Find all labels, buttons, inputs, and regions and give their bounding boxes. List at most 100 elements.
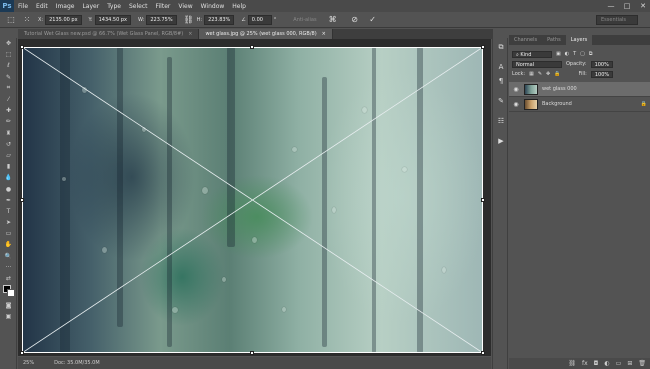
clone-stamp-tool-icon[interactable]: ♜ [0,128,17,139]
marquee-tool-icon[interactable]: ⬚ [0,49,17,60]
menu-type[interactable]: Type [103,3,125,10]
link-layers-icon[interactable]: ⛓ [568,360,576,367]
menu-help[interactable]: Help [228,3,250,10]
filter-smart-object-icon[interactable]: ⧉ [589,51,593,57]
delete-layer-icon[interactable]: 🗑 [638,360,646,367]
transform-handle-middle-right[interactable] [481,198,485,202]
filter-type-icon[interactable]: T [573,51,576,57]
gradient-tool-icon[interactable]: ▮ [0,161,17,172]
menu-file[interactable]: File [14,3,32,10]
close-button[interactable]: ✕ [638,1,648,11]
pen-tool-icon[interactable]: ✒ [0,195,17,206]
paragraph-panel-icon[interactable]: ¶ [493,74,509,88]
actions-panel-icon[interactable]: ▶ [493,134,509,148]
layer-style-icon[interactable]: fx [582,360,588,367]
add-mask-icon[interactable]: ◘ [594,360,599,367]
transform-handle-bottom-left[interactable] [20,351,24,355]
angle-input[interactable]: 0.00 [247,14,272,25]
fill-input[interactable]: 100% [590,70,614,78]
healing-brush-tool-icon[interactable]: ✚ [0,105,17,116]
menu-select[interactable]: Select [125,3,152,10]
history-panel-icon[interactable]: ⧉ [493,40,509,54]
swap-colors-icon[interactable]: ⇄ [0,273,17,284]
transform-handle-top-left[interactable] [20,45,24,49]
tab-layers[interactable]: Layers [565,35,593,45]
lock-all-icon[interactable]: 🔒 [554,71,560,77]
workspace-switcher[interactable]: Essentials [596,15,638,25]
y-input[interactable]: 1434.50 px [94,14,132,25]
quick-select-tool-icon[interactable]: ✎ [0,72,17,83]
transform-handle-middle-left[interactable] [20,198,24,202]
brush-panel-icon[interactable]: ✎ [493,94,509,108]
visibility-eye-icon[interactable]: ◉ [512,101,520,108]
tab-tutorial-psd[interactable]: Tutorial Wet Glass new.psd @ 66.7% (Wet … [18,29,200,39]
h-input[interactable]: 223.83% [204,14,235,25]
transform-handle-bottom-right[interactable] [481,351,485,355]
menu-window[interactable]: Window [197,3,229,10]
lock-position-icon[interactable]: ✥ [546,71,550,77]
screen-mode-icon[interactable]: ▣ [0,311,17,322]
filter-adjustment-icon[interactable]: ◐ [565,51,569,57]
properties-panel-icon[interactable]: ☷ [493,114,509,128]
new-group-icon[interactable]: ▭ [616,360,622,367]
layer-name[interactable]: Background [542,101,572,107]
transform-handle-bottom-center[interactable] [250,351,254,355]
close-icon[interactable]: × [322,29,326,39]
visibility-eye-icon[interactable]: ◉ [512,86,520,93]
filter-pixel-icon[interactable]: ▣ [556,51,561,57]
menu-layer[interactable]: Layer [78,3,103,10]
color-swatches[interactable] [0,284,17,300]
lasso-tool-icon[interactable]: ℓ [0,60,17,71]
type-tool-icon[interactable]: T [0,206,17,217]
lock-transparent-icon[interactable]: ▦ [529,71,534,77]
eraser-tool-icon[interactable]: ▱ [0,150,17,161]
blur-tool-icon[interactable]: 💧 [0,172,17,183]
x-input[interactable]: 2135.00 px [45,14,82,25]
warp-icon[interactable]: ⌘ [328,15,338,25]
rectangle-tool-icon[interactable]: ▭ [0,228,17,239]
cancel-transform-icon[interactable]: ⊘ [350,15,360,25]
filter-shape-icon[interactable]: ▢ [580,51,585,57]
hand-tool-icon[interactable]: ✋ [0,239,17,250]
w-input[interactable]: 223.75% [146,14,177,25]
minimize-button[interactable]: — [606,1,616,11]
transform-handle-top-right[interactable] [481,45,485,49]
crop-tool-icon[interactable]: ⌗ [0,83,17,94]
move-tool-icon[interactable]: ✥ [0,38,17,49]
transform-bounding-box[interactable] [22,47,483,353]
character-panel-icon[interactable]: A [493,60,509,74]
transform-handle-top-center[interactable] [250,45,254,49]
adjustment-layer-icon[interactable]: ◐ [604,360,609,367]
link-icon[interactable]: ⛓ [184,15,194,25]
tab-paths[interactable]: Paths [542,35,566,45]
quick-mask-icon[interactable]: ◙ [0,300,17,311]
blend-mode-select[interactable]: Normal [512,60,562,68]
interpolation-label[interactable]: Anti-alias [293,17,316,23]
layer-row-wet-glass[interactable]: ◉ wet glass 000 [509,82,650,97]
menu-edit[interactable]: Edit [32,3,52,10]
path-selection-tool-icon[interactable]: ➤ [0,217,17,228]
close-icon[interactable]: × [188,29,192,39]
new-layer-icon[interactable]: ⊞ [627,360,632,367]
opacity-input[interactable]: 100% [590,60,613,68]
more-tools-icon[interactable]: ··· [0,262,17,273]
canvas-area[interactable] [18,39,491,356]
eyedropper-tool-icon[interactable]: ⁄ [0,94,17,105]
zoom-level[interactable]: 25% [23,360,34,366]
transform-tool-icon[interactable]: ⬚ [6,15,16,25]
zoom-tool-icon[interactable]: 🔍 [0,251,17,262]
layer-filter-kind[interactable]: ⌕ Kind [512,50,552,58]
reference-point-icon[interactable]: ⁙ [22,15,32,25]
tab-wet-glass-jpg[interactable]: wet glass.jpg @ 25% (wet glass 000, RGB/… [199,29,333,39]
menu-image[interactable]: Image [52,3,79,10]
tab-channels[interactable]: Channels [509,35,542,45]
wet-glass-photo[interactable] [22,47,483,353]
history-brush-tool-icon[interactable]: ↺ [0,139,17,150]
layer-name[interactable]: wet glass 000 [542,86,577,92]
commit-transform-icon[interactable]: ✓ [368,15,378,25]
menu-filter[interactable]: Filter [152,3,175,10]
dodge-tool-icon[interactable]: ● [0,183,17,194]
maximize-button[interactable]: □ [622,1,632,11]
brush-tool-icon[interactable]: ✏ [0,116,17,127]
menu-view[interactable]: View [174,3,196,10]
